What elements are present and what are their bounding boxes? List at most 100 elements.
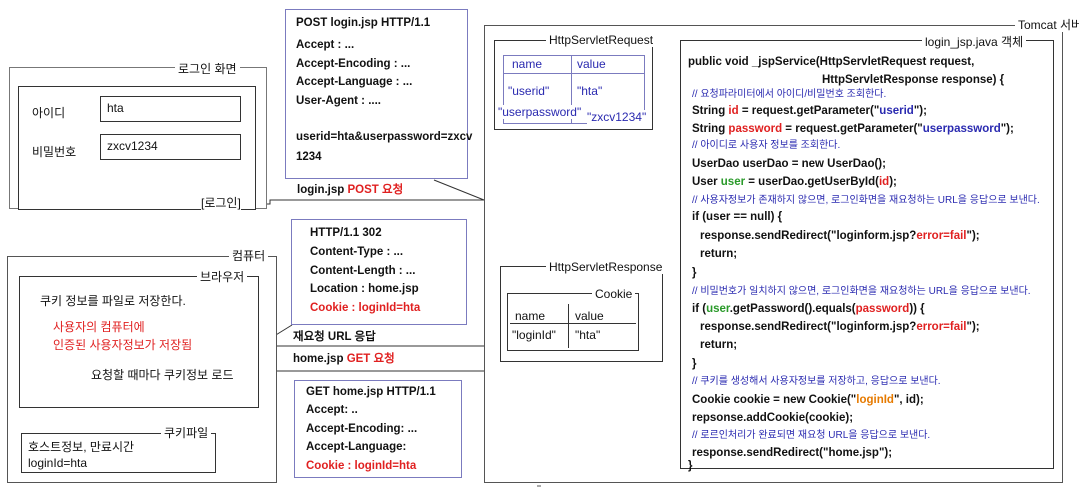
response-302-cookie: Cookie : loginId=hta — [310, 302, 421, 314]
code-token: password — [855, 303, 910, 315]
jsp-code-line: } — [688, 459, 692, 473]
jsp-code-line: // 비밀번호가 일치하지 않으면, 로그인화면을 재요청하는 URL을 응답으… — [692, 284, 1031, 299]
post-request-label: login.jsp POST 요청 — [297, 184, 404, 196]
jsp-code-line: User user = userDao.getUserById(id); — [692, 175, 897, 189]
code-token: = request.getParameter(" — [782, 123, 923, 135]
code-token: error=fail — [916, 230, 967, 242]
get-request-cookie: Cookie : loginId=hta — [306, 460, 417, 472]
tomcat-server-title: Tomcat 서버 — [1015, 18, 1079, 32]
post-request-line-1: POST login.jsp HTTP/1.1 — [296, 17, 431, 29]
post-request-line-2: Accept : ... — [296, 39, 355, 51]
cookie-object-title: Cookie — [592, 287, 636, 301]
code-token: userpassword — [922, 123, 1001, 135]
http-response-title: HttpServletResponse — [546, 260, 666, 274]
cookie-row-1-value: "hta" — [575, 328, 601, 342]
jsp-code-line: response.sendRedirect("loginform.jsp?err… — [700, 320, 980, 334]
code-token: public void _jspService(HttpServletReque… — [688, 56, 975, 68]
id-input[interactable]: hta — [100, 96, 241, 122]
password-input-value: zxcv1234 — [107, 139, 158, 153]
jsp-code-line: // 요청파라미터에서 아이디/비밀번호 조회한다. — [692, 87, 886, 102]
code-token: "); — [913, 105, 927, 117]
code-token: response.sendRedirect("loginform.jsp? — [700, 230, 917, 242]
code-token: = request.getParameter(" — [738, 105, 880, 117]
code-token: // 비밀번호가 일치하지 않으면, 로그인화면을 재요청하는 URL을 응답으… — [692, 286, 1031, 297]
http-request-row-1-name: "userid" — [508, 84, 550, 98]
cookie-header-name: name — [515, 309, 546, 323]
code-token: } — [692, 358, 697, 370]
code-token: "); — [966, 321, 980, 333]
response-302-line-3: Content-Length : ... — [310, 265, 416, 277]
code-token: if (user == null) { — [692, 211, 783, 223]
code-token: } — [688, 460, 693, 472]
get-request-line-2: Accept: .. — [306, 404, 358, 416]
jsp-code-line: response.sendRedirect("home.jsp"); — [692, 446, 892, 460]
code-token: userid — [879, 105, 914, 117]
cookie-note-line-1: 사용자의 컴퓨터에 — [53, 320, 145, 334]
jsp-code-line: // 쿠키를 생성해서 사용자정보를 저장하고, 응답으로 보낸다. — [692, 374, 941, 389]
code-token: return; — [700, 248, 738, 260]
post-request-line-7: userid=hta&userpassword=zxcv — [296, 131, 473, 143]
jsp-code-line: Cookie cookie = new Cookie("loginId", id… — [692, 393, 924, 407]
http-request-row-divider — [503, 73, 645, 74]
jsp-code-line: public void _jspService(HttpServletReque… — [688, 55, 974, 69]
http-request-title: HttpServletRequest — [546, 33, 657, 47]
code-token: repsonse.addCookie(cookie); — [692, 412, 854, 424]
code-token: "); — [966, 230, 980, 242]
jsp-code-line: // 아이디로 사용자 정보를 조회한다. — [692, 138, 840, 153]
password-input[interactable]: zxcv1234 — [100, 134, 241, 160]
jsp-code-line: String password = request.getParameter("… — [692, 122, 1014, 136]
jsp-code-line: repsonse.addCookie(cookie); — [692, 411, 853, 425]
code-token: if ( — [692, 303, 707, 315]
code-token: error=fail — [916, 321, 967, 333]
code-token: user — [706, 303, 730, 315]
computer-title: 컴퓨터 — [229, 249, 269, 263]
code-token: return; — [700, 339, 738, 351]
post-request-line-3: Accept-Encoding : ... — [296, 58, 411, 70]
post-request-line-5: User-Agent : .... — [296, 95, 381, 107]
code-token: loginId — [856, 394, 894, 406]
code-token: "); — [1000, 123, 1014, 135]
jsp-code-line: if (user.getPassword().equals(password))… — [692, 302, 925, 316]
login-screen-title: 로그인 화면 — [175, 62, 240, 76]
response-302-line-2: Content-Type : ... — [310, 246, 404, 258]
code-token: String — [692, 105, 729, 117]
code-token: UserDao userDao = new UserDao(); — [692, 158, 886, 170]
code-token: HttpServletResponse response) { — [822, 74, 1005, 86]
jsp-code-line: String id = request.getParameter("userid… — [692, 104, 927, 118]
http-request-row-1-value: "hta" — [577, 84, 603, 98]
login-button[interactable]: [로그인] — [201, 196, 241, 210]
cookie-col-divider — [568, 304, 569, 348]
browser-title: 브라우저 — [197, 270, 248, 284]
post-request-arrow — [244, 199, 484, 205]
jsp-code-line: return; — [700, 338, 737, 352]
get-request-line-1: GET home.jsp HTTP/1.1 — [306, 386, 436, 398]
code-token: user — [720, 176, 746, 188]
http-request-row-2-name: "userpassword" — [498, 105, 582, 119]
get-request-label: home.jsp GET 요청 — [293, 353, 395, 365]
http-request-header-value: value — [577, 57, 606, 71]
code-token: } — [692, 267, 697, 279]
cookie-file-line-1: 호스트정보, 만료시간 — [28, 440, 135, 454]
code-token: ", id); — [893, 394, 924, 406]
code-token: response.sendRedirect("loginform.jsp? — [700, 321, 917, 333]
jsp-code-line: } — [692, 357, 696, 371]
post-request-link — [433, 179, 485, 201]
code-token: // 로르인처리가 완료되면 재요청 URL을 응답으로 보낸다. — [692, 430, 931, 441]
code-token: // 요청파라미터에서 아이디/비밀번호 조회한다. — [692, 89, 887, 100]
code-token: // 사용자정보가 존재하지 않으면, 로그인화면을 재요청하는 URL을 응답… — [692, 195, 1040, 206]
jsp-code-line: if (user == null) { — [692, 210, 782, 224]
code-token: String — [692, 123, 729, 135]
id-label: 아이디 — [32, 106, 66, 120]
code-token: password — [728, 123, 783, 135]
jsp-code-line: UserDao userDao = new UserDao(); — [692, 157, 886, 171]
password-label: 비밀번호 — [32, 145, 77, 159]
http-request-row-2-value: "zxcv1234" — [587, 110, 647, 124]
cookie-row-1-name: "loginId" — [512, 328, 556, 342]
code-token: .getPassword().equals( — [729, 303, 856, 315]
cookie-save-text: 쿠키 정보를 파일로 저장한다. — [40, 294, 186, 308]
jsp-code-line: return; — [700, 247, 737, 261]
jsp-code-line: // 로르인처리가 완료되면 재요청 URL을 응답으로 보낸다. — [692, 428, 930, 443]
http-request-header-name: name — [512, 57, 543, 71]
jsp-code-line: HttpServletResponse response) { — [822, 73, 1004, 87]
get-request-line-3: Accept-Encoding: ... — [306, 423, 418, 435]
